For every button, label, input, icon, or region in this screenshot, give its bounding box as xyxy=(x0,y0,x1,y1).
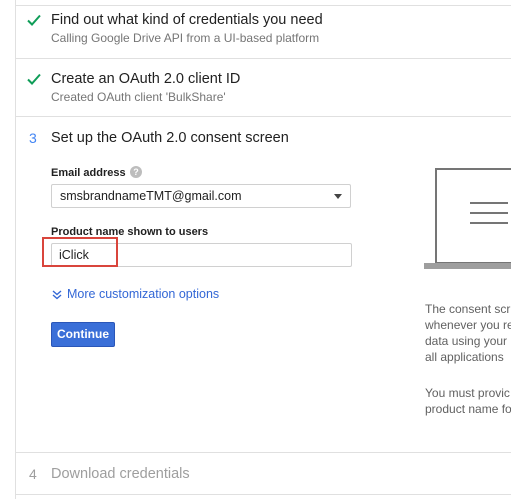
step-2-title: Create an OAuth 2.0 client ID xyxy=(51,71,241,87)
side-line: product name fo xyxy=(425,402,511,416)
step-2-subtitle: Created OAuth client 'BulkShare' xyxy=(51,90,226,104)
email-select[interactable]: smsbrandnameTMT@gmail.com xyxy=(51,184,351,208)
product-name-input[interactable] xyxy=(51,243,352,267)
more-customization-link[interactable]: More customization options xyxy=(51,287,219,301)
side-line: data using your xyxy=(425,334,508,348)
side-line: You must provic xyxy=(425,386,510,400)
step-3-title: Set up the OAuth 2.0 consent screen xyxy=(51,130,289,146)
step-4-number: 4 xyxy=(29,466,37,482)
step-1-subtitle: Calling Google Drive API from a UI-based… xyxy=(51,31,320,45)
caret-down-icon xyxy=(334,194,342,199)
side-description: The consent scr whenever you re data usi… xyxy=(425,301,511,365)
double-chevron-down-icon xyxy=(52,290,62,300)
wizard-page: Find out what kind of credentials you ne… xyxy=(0,0,511,499)
divider-bottom xyxy=(16,494,511,495)
side-line: whenever you re xyxy=(425,318,511,332)
divider-3 xyxy=(16,452,511,453)
side-requirement: You must provic product name fo xyxy=(425,385,511,417)
laptop-illustration xyxy=(424,168,511,269)
check-icon xyxy=(27,14,41,26)
step-1-title: Find out what kind of credentials you ne… xyxy=(51,12,323,28)
side-line: The consent scr xyxy=(425,302,511,316)
left-divider xyxy=(15,0,16,499)
check-icon xyxy=(27,73,41,85)
step-4-title: Download credentials xyxy=(51,466,190,482)
continue-button[interactable]: Continue xyxy=(51,322,115,347)
side-line: all applications xyxy=(425,350,504,364)
email-select-value: smsbrandnameTMT@gmail.com xyxy=(60,189,242,203)
divider-1 xyxy=(16,58,511,59)
product-name-label: Product name shown to users xyxy=(51,226,209,238)
step-3-number: 3 xyxy=(29,130,37,146)
email-label: Email address xyxy=(51,167,126,179)
more-customization-label: More customization options xyxy=(67,287,220,301)
help-icon[interactable]: ? xyxy=(130,166,142,178)
divider-2 xyxy=(16,116,511,117)
divider-top xyxy=(16,5,511,6)
